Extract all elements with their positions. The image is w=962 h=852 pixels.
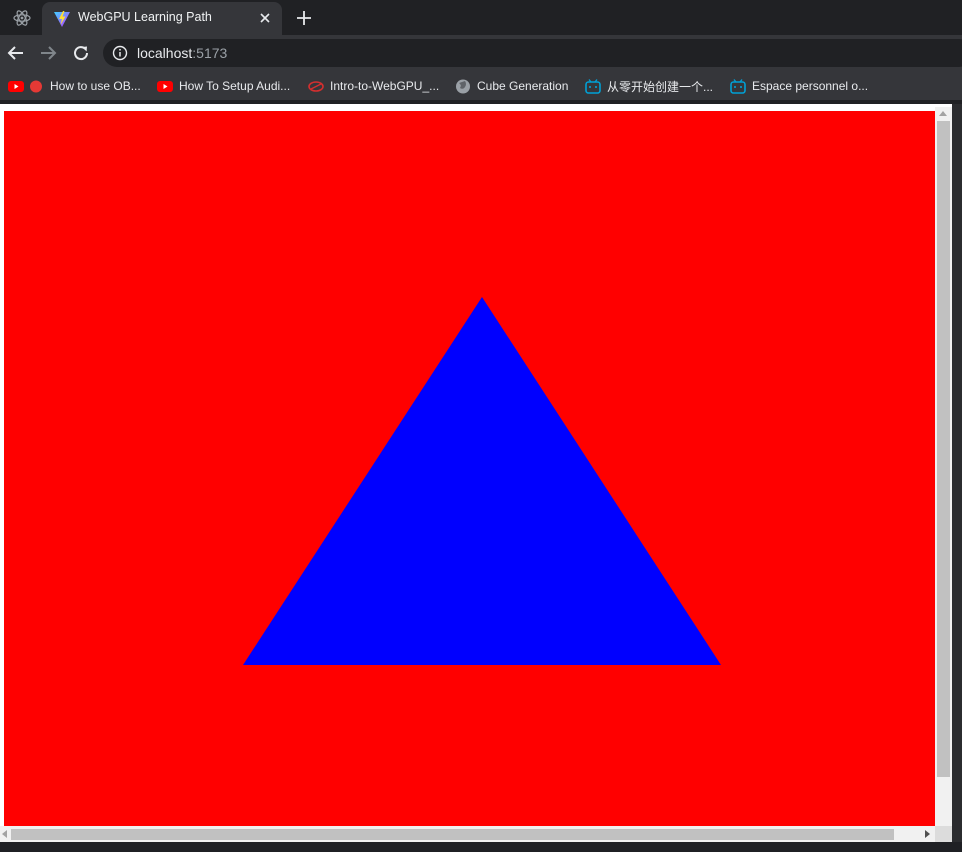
scroll-up-icon[interactable] <box>939 111 947 116</box>
window-bottom-edge <box>0 842 962 852</box>
bookmark-label: How to use OB... <box>50 79 141 93</box>
reload-icon[interactable] <box>69 41 93 65</box>
bookmarks-bar: How to use OB... How To Setup Audi... In… <box>0 71 962 100</box>
globe-icon <box>456 79 470 94</box>
devtools-edge <box>952 104 962 852</box>
bilibili-icon <box>585 79 601 94</box>
bookmark-cube-generation[interactable]: Cube Generation <box>455 77 568 95</box>
scrollbar-corner <box>935 826 952 842</box>
info-icon[interactable] <box>112 45 128 61</box>
bookmark-obs[interactable]: How to use OB... <box>8 77 141 95</box>
vite-logo-icon <box>54 11 70 27</box>
bookmark-audio-setup[interactable]: How To Setup Audi... <box>157 77 290 95</box>
address-bar[interactable]: localhost:5173 <box>103 39 962 67</box>
url-host: localhost <box>137 45 193 61</box>
bookmark-label: 从零开始创建一个... <box>607 79 714 94</box>
page-viewport <box>0 104 962 852</box>
close-icon[interactable] <box>256 9 274 27</box>
horizontal-scroll-thumb[interactable] <box>11 829 894 840</box>
bookmark-espace-personnel[interactable]: Espace personnel o... <box>730 77 868 95</box>
browser-toolbar: localhost:5173 <box>0 35 962 71</box>
atom-icon[interactable] <box>12 8 32 28</box>
vertical-scroll-thumb[interactable] <box>937 121 950 777</box>
tab-webgpu[interactable]: WebGPU Learning Path <box>42 2 282 35</box>
back-arrow-icon[interactable] <box>4 41 28 65</box>
vertical-scrollbar[interactable] <box>935 107 952 829</box>
horizontal-scrollbar[interactable] <box>0 826 935 842</box>
scroll-right-icon[interactable] <box>925 830 930 838</box>
bookmark-label: How To Setup Audi... <box>179 79 291 93</box>
webgpu-canvas[interactable] <box>4 111 935 826</box>
bookmark-label: Intro-to-WebGPU_... <box>330 79 440 93</box>
record-dot-icon <box>30 80 42 93</box>
tab-strip: WebGPU Learning Path <box>0 0 962 35</box>
tab-title: WebGPU Learning Path <box>78 10 212 24</box>
new-tab-plus-icon[interactable] <box>293 7 315 29</box>
youtube-icon <box>157 81 173 92</box>
scroll-left-icon[interactable] <box>2 830 7 838</box>
url-port: :5173 <box>192 45 228 61</box>
bookmark-bilibili-chinese[interactable]: 从零开始创建一个... <box>585 77 713 95</box>
bookmark-label: Espace personnel o... <box>752 79 869 93</box>
forward-arrow-icon[interactable] <box>36 41 60 65</box>
bookmark-label: Cube Generation <box>477 79 569 93</box>
url-text: localhost:5173 <box>137 45 227 61</box>
youtube-icon <box>8 81 24 92</box>
webgpu-icon <box>308 81 324 92</box>
bilibili-icon <box>730 79 746 94</box>
bookmark-intro-webgpu[interactable]: Intro-to-WebGPU_... <box>308 77 439 95</box>
